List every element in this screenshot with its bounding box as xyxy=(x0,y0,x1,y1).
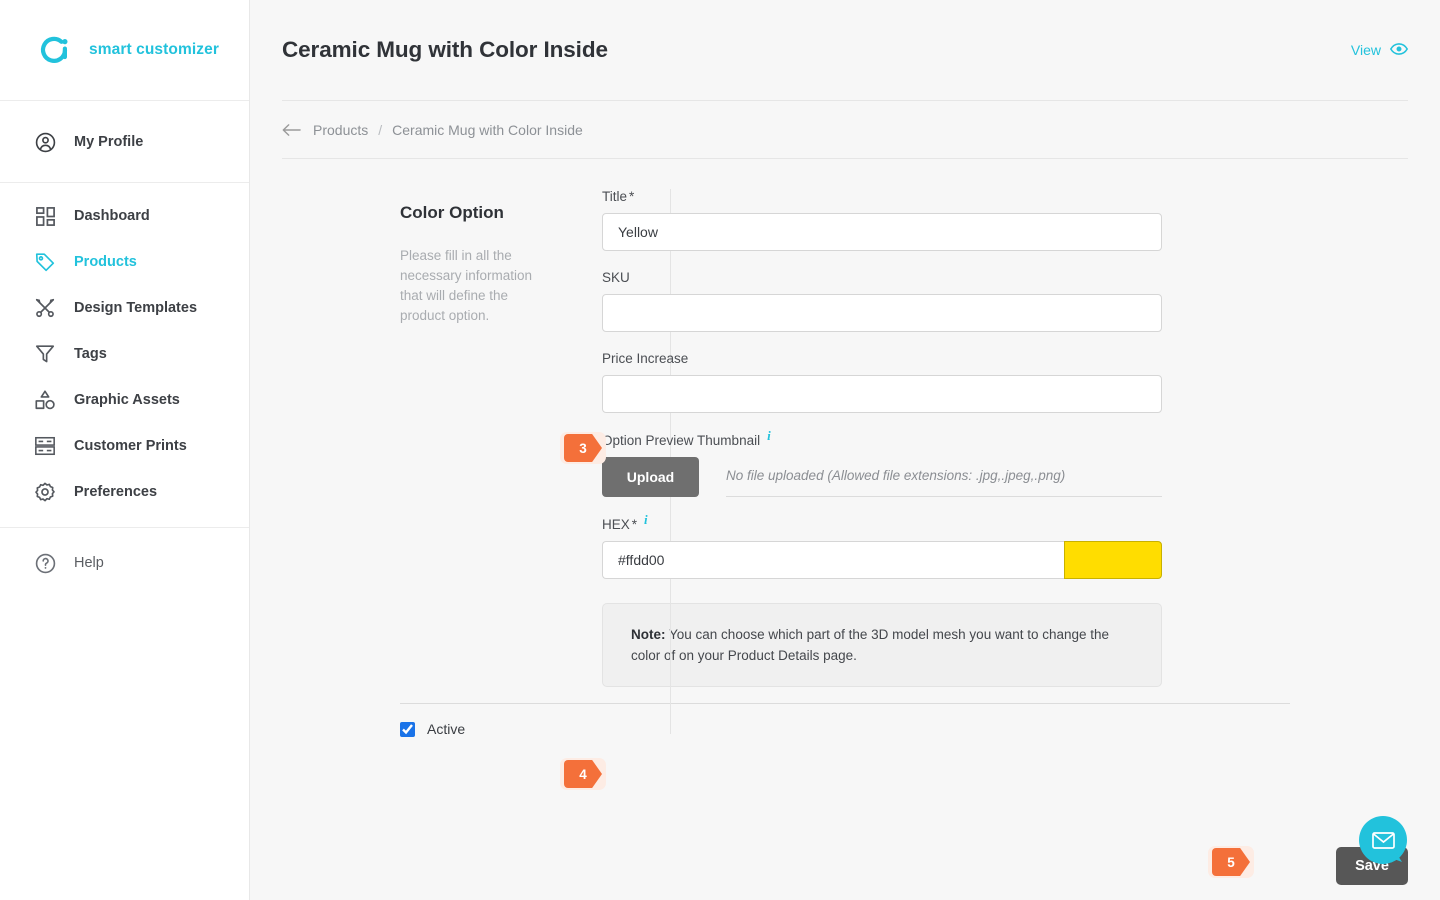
eye-icon xyxy=(1389,42,1409,59)
price-increase-input[interactable] xyxy=(602,375,1162,413)
gear-icon xyxy=(32,479,58,505)
filter-funnel-icon xyxy=(32,341,58,367)
sidebar-item-label: Tags xyxy=(74,346,107,362)
arrow-left-icon[interactable] xyxy=(282,123,301,137)
brand-logo[interactable]: smart customizer xyxy=(0,0,249,101)
app-root: smart customizer My Profile Dashboard Pr… xyxy=(0,0,1440,900)
sidebar-item-label: Graphic Assets xyxy=(74,392,180,408)
color-swatch[interactable] xyxy=(1064,541,1162,579)
footer-divider xyxy=(400,703,1290,704)
label-text: Price Increase xyxy=(602,351,689,366)
form-content: Color Option Please fill in all the nece… xyxy=(250,159,1440,790)
smart-customizer-logo-icon xyxy=(36,30,76,70)
panel-title: Color Option xyxy=(400,203,504,222)
hex-input[interactable] xyxy=(602,541,1064,579)
label-text: Option Preview Thumbnail xyxy=(602,432,761,448)
panel-description: Color Option Please fill in all the nece… xyxy=(282,189,552,687)
sidebar-group-profile: My Profile xyxy=(0,101,249,183)
label-text: SKU xyxy=(602,270,630,285)
sidebar-item-dashboard[interactable]: Dashboard xyxy=(0,193,249,239)
sidebar: smart customizer My Profile Dashboard Pr… xyxy=(0,0,250,900)
field-hex: HEX * i xyxy=(602,512,1162,579)
label-text: Title xyxy=(602,189,628,204)
step-badge-5: 5 xyxy=(1208,846,1254,878)
sidebar-item-customer-prints[interactable]: Customer Prints xyxy=(0,423,249,469)
required-marker: * xyxy=(629,189,635,204)
field-sku: SKU xyxy=(602,270,1162,332)
design-templates-icon xyxy=(32,295,58,321)
step-badge-3: 3 xyxy=(560,432,606,464)
page-title: Ceramic Mug with Color Inside xyxy=(282,37,608,62)
breadcrumb-parent[interactable]: Products xyxy=(313,122,368,138)
required-marker: * xyxy=(631,516,638,532)
chat-support-button[interactable] xyxy=(1358,816,1410,868)
form-wrapper: Color Option Please fill in all the nece… xyxy=(282,189,1408,790)
upload-status-text: No file uploaded (Allowed file extension… xyxy=(726,457,1162,497)
info-icon[interactable]: i xyxy=(767,428,771,444)
sidebar-item-design-templates[interactable]: Design Templates xyxy=(0,285,249,331)
sku-input[interactable] xyxy=(602,294,1162,332)
customer-prints-icon xyxy=(32,433,58,459)
upload-button[interactable]: Upload xyxy=(602,457,699,497)
field-title-label: Title * xyxy=(602,189,1162,204)
sidebar-item-tags[interactable]: Tags xyxy=(0,331,249,377)
step-badge-4: 4 xyxy=(560,758,606,790)
field-title: Title * xyxy=(602,189,1162,251)
dashboard-grid-icon xyxy=(32,203,58,229)
field-thumbnail-label: Option Preview Thumbnail i xyxy=(602,428,1162,448)
field-option-preview-thumbnail: Option Preview Thumbnail i Upload No fil… xyxy=(602,428,1162,497)
active-toggle-row: Active xyxy=(400,721,1408,737)
breadcrumb-current: Ceramic Mug with Color Inside xyxy=(392,121,583,138)
field-price-increase: Price Increase xyxy=(602,351,1162,413)
page-header: Ceramic Mug with Color Inside View xyxy=(250,0,1440,101)
sidebar-item-label: Dashboard xyxy=(74,208,150,224)
sidebar-item-graphic-assets[interactable]: Graphic Assets xyxy=(0,377,249,423)
view-link[interactable]: View xyxy=(1350,42,1409,59)
sidebar-item-label: Help xyxy=(74,555,104,571)
tag-icon xyxy=(32,249,58,275)
sidebar-item-label: Design Templates xyxy=(74,300,198,316)
main-content: Ceramic Mug with Color Inside View Produ… xyxy=(250,0,1440,900)
sidebar-group-main: Dashboard Products Design Templates Tags… xyxy=(0,183,249,528)
sidebar-group-help: Help xyxy=(0,528,249,586)
sidebar-item-help[interactable]: Help xyxy=(0,540,249,586)
form-fields: Title * SKU Price Increase xyxy=(552,189,1162,687)
title-input[interactable] xyxy=(602,213,1162,251)
user-circle-icon xyxy=(32,129,58,155)
view-label: View xyxy=(1350,42,1381,58)
label-text: HEX xyxy=(602,516,630,532)
info-icon[interactable]: i xyxy=(644,512,648,528)
sidebar-item-label: Customer Prints xyxy=(74,438,187,454)
step-badge-number: 4 xyxy=(564,760,602,788)
envelope-chat-icon xyxy=(1359,816,1407,864)
active-checkbox[interactable] xyxy=(400,721,415,737)
panel-subtitle: Please fill in all the necessary informa… xyxy=(400,248,533,323)
field-sku-label: SKU xyxy=(602,270,1162,285)
sidebar-item-label: My Profile xyxy=(74,134,144,150)
brand-name: smart customizer xyxy=(89,41,219,58)
note-prefix: Note: xyxy=(631,627,666,642)
shapes-icon xyxy=(32,387,58,413)
breadcrumb-separator: / xyxy=(378,121,383,138)
sidebar-item-label: Preferences xyxy=(74,484,158,500)
active-label: Active xyxy=(427,721,466,737)
note-box: Note: You can choose which part of the 3… xyxy=(602,603,1162,687)
question-circle-icon xyxy=(32,550,58,576)
step-badge-number: 3 xyxy=(564,434,602,462)
step-badge-number: 5 xyxy=(1212,848,1250,876)
sidebar-item-label: Products xyxy=(74,254,137,270)
field-hex-label: HEX * i xyxy=(602,512,1162,532)
sidebar-item-preferences[interactable]: Preferences xyxy=(0,469,249,515)
sidebar-item-my-profile[interactable]: My Profile xyxy=(0,119,249,165)
field-price-label: Price Increase xyxy=(602,351,1162,366)
upload-row: Upload No file uploaded (Allowed file ex… xyxy=(602,457,1162,497)
note-text: You can choose which part of the 3D mode… xyxy=(631,627,1110,663)
sidebar-item-products[interactable]: Products xyxy=(0,239,249,285)
breadcrumb: Products / Ceramic Mug with Color Inside xyxy=(250,101,1440,159)
hex-row xyxy=(602,541,1162,579)
